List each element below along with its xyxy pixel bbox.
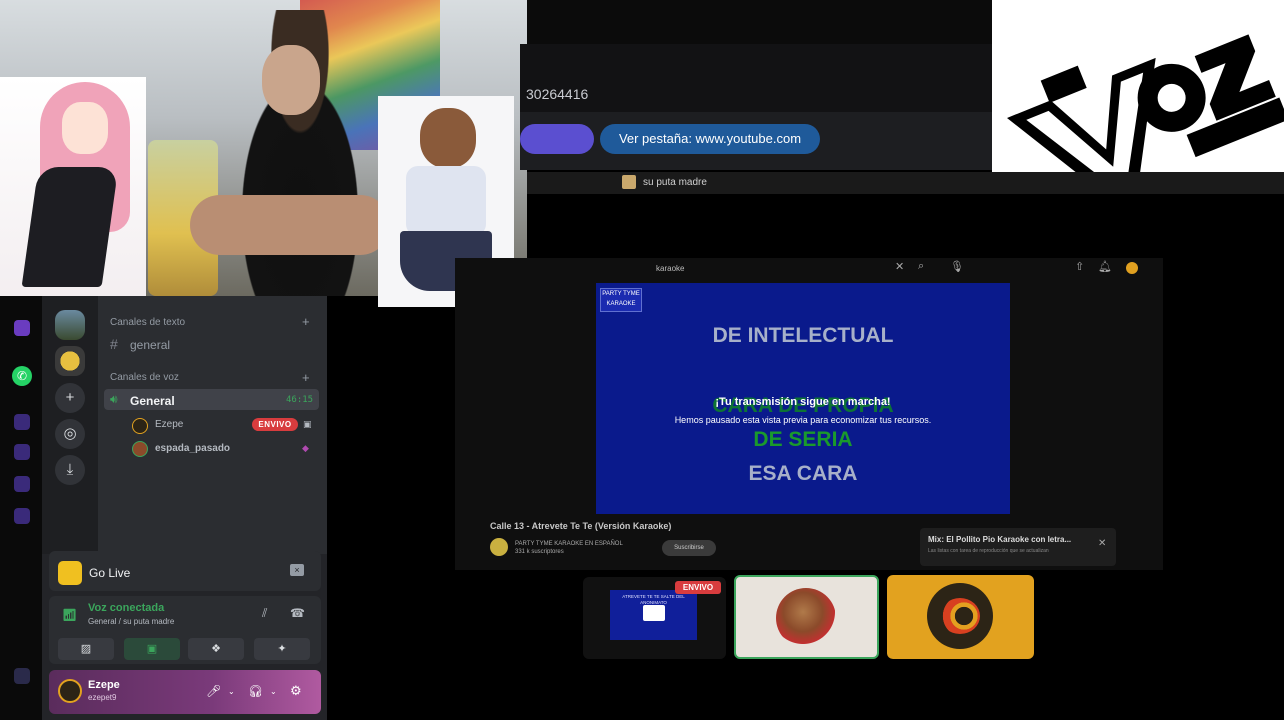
current-user-handle: ezepet9 xyxy=(88,693,117,702)
current-user-bar xyxy=(49,670,321,714)
close-icon[interactable]: ✕ xyxy=(895,260,904,273)
mix-subtitle: Las listas con tarea de reproducción que… xyxy=(928,548,1049,554)
lyric-line-4: ESA CARA xyxy=(748,462,858,485)
monitor-icon xyxy=(643,605,665,621)
noise-suppression-icon[interactable]: ⫽ xyxy=(262,606,267,621)
la-voz-logo-svg xyxy=(1007,34,1284,184)
search-icon[interactable]: ⌕ xyxy=(918,260,924,273)
text-channel-general[interactable]: general xyxy=(130,338,170,352)
app-icon[interactable] xyxy=(14,414,30,430)
url-fragment: 30264416 xyxy=(526,86,589,102)
channel-name[interactable]: PARTY TYME KARAOKE EN ESPAÑOL xyxy=(515,540,623,548)
current-user-name[interactable]: Ezepe xyxy=(88,679,120,691)
soundboard-button[interactable]: ✦ xyxy=(254,638,310,660)
voice-timer: 46:15 xyxy=(286,395,314,405)
voice-location[interactable]: General / su puta madre xyxy=(88,617,174,626)
avatar[interactable] xyxy=(58,679,82,703)
anime-girl-pink-image xyxy=(0,77,146,299)
close-icon[interactable]: ✕ xyxy=(1098,538,1106,549)
mix-title[interactable]: Mix: El Pollito Pio Karaoke con letra... xyxy=(928,535,1071,544)
dress xyxy=(21,167,119,287)
explore-servers-button[interactable]: ◎ xyxy=(55,419,85,449)
voice-connected-label[interactable]: Voz conectada xyxy=(88,602,164,614)
app-icon[interactable] xyxy=(14,320,30,336)
headphones-icon[interactable]: 🎧︎ xyxy=(248,684,263,698)
youtube-search-input[interactable]: karaoke xyxy=(656,264,684,273)
voice-channel-label: General xyxy=(130,394,175,408)
avatar[interactable] xyxy=(1126,262,1138,274)
hair xyxy=(420,108,476,168)
avatar xyxy=(776,588,836,648)
hash-icon: # xyxy=(110,336,118,352)
chevron-down-icon[interactable]: ⌄ xyxy=(270,687,277,696)
download-apps-button[interactable]: ⤓ xyxy=(55,455,85,485)
app-icon[interactable] xyxy=(14,668,30,684)
voice-user-name[interactable]: Ezepe xyxy=(155,419,183,430)
subscribe-button[interactable]: Suscribirse xyxy=(662,540,716,556)
purple-tab-button[interactable] xyxy=(520,124,594,154)
app-launcher-strip xyxy=(0,296,42,720)
avatar[interactable] xyxy=(132,418,148,434)
speaker-icon: 🔊︎ xyxy=(110,392,118,406)
mic-icon[interactable]: 🎙︎ xyxy=(950,260,964,273)
activities-button[interactable]: ❖ xyxy=(188,638,244,660)
upload-icon[interactable]: ⇧ xyxy=(1075,260,1084,273)
live-badge: ENVIVO xyxy=(675,581,721,594)
video-title[interactable]: Calle 13 - Atrevete Te Te (Versión Karao… xyxy=(490,521,671,531)
notification-text: su puta madre xyxy=(643,177,707,188)
server-icon[interactable] xyxy=(55,310,85,340)
user-avatar-icon xyxy=(622,175,636,189)
karaoke-channel-logo: PARTY TYME KARAOKE xyxy=(600,288,642,312)
activity-icon: ◆ xyxy=(302,443,309,453)
la-voz-argentina-logo xyxy=(992,0,1284,184)
browser-top-strip xyxy=(527,0,992,44)
avatar[interactable] xyxy=(132,441,148,457)
add-channel-icon[interactable]: + xyxy=(302,370,310,385)
game-icon xyxy=(58,561,82,585)
notification-bar xyxy=(527,172,1284,194)
signal-icon[interactable]: 📶︎ xyxy=(62,608,77,622)
view-youtube-tab-button[interactable]: Ver pestaña: www.youtube.com xyxy=(600,124,820,154)
channel-subscribers: 331 k suscriptores xyxy=(515,549,564,555)
app-icon[interactable] xyxy=(14,476,30,492)
mix-card[interactable] xyxy=(920,528,1116,566)
paused-preview-title: ¡Tu transmisión sigue en marcha! xyxy=(715,396,891,408)
lyric-line-1: DE INTELECTUAL xyxy=(712,324,894,347)
add-channel-icon[interactable]: + xyxy=(302,314,310,329)
streamer-arms xyxy=(190,195,390,255)
screen-share-icon: ▣ xyxy=(303,419,312,429)
voice-user-name[interactable]: espada_pasado xyxy=(155,443,230,454)
mic-icon[interactable]: 🎤︎ xyxy=(206,684,221,698)
avatar-emblem xyxy=(940,598,980,634)
whatsapp-icon[interactable]: ✆ xyxy=(12,366,32,386)
server-icon[interactable] xyxy=(55,346,85,376)
go-live-label[interactable]: Go Live xyxy=(89,566,130,580)
browser-url-bar[interactable] xyxy=(520,44,992,112)
close-icon[interactable]: × xyxy=(290,564,304,576)
shirt xyxy=(406,166,486,236)
bell-icon[interactable]: 🔔︎ xyxy=(1098,260,1112,273)
add-server-button[interactable]: + xyxy=(55,383,85,413)
disconnect-icon[interactable]: ☎︎ xyxy=(290,606,305,620)
category-voice-channels[interactable]: Canales de voz xyxy=(110,372,179,383)
channel-avatar[interactable] xyxy=(490,538,508,556)
face xyxy=(62,102,108,154)
live-badge[interactable]: ENVIVO xyxy=(252,418,298,431)
gear-icon[interactable]: ⚙ xyxy=(290,683,302,699)
screen-share-button[interactable]: ▣ xyxy=(124,638,180,660)
lyric-line-3: DE SERIA xyxy=(753,428,853,451)
app-icon[interactable] xyxy=(14,508,30,524)
chevron-down-icon[interactable]: ⌄ xyxy=(228,687,235,696)
streamer-face xyxy=(262,45,320,115)
camera-off-button[interactable]: ▨ xyxy=(58,638,114,660)
paused-preview-subtitle: Hemos pausado esta vista previa para eco… xyxy=(674,415,932,425)
app-icon[interactable] xyxy=(14,444,30,460)
channel-info: PARTY TYME KARAOKE EN ESPAÑOL 331 k susc… xyxy=(515,540,623,556)
category-text-channels[interactable]: Canales de texto xyxy=(110,317,185,328)
